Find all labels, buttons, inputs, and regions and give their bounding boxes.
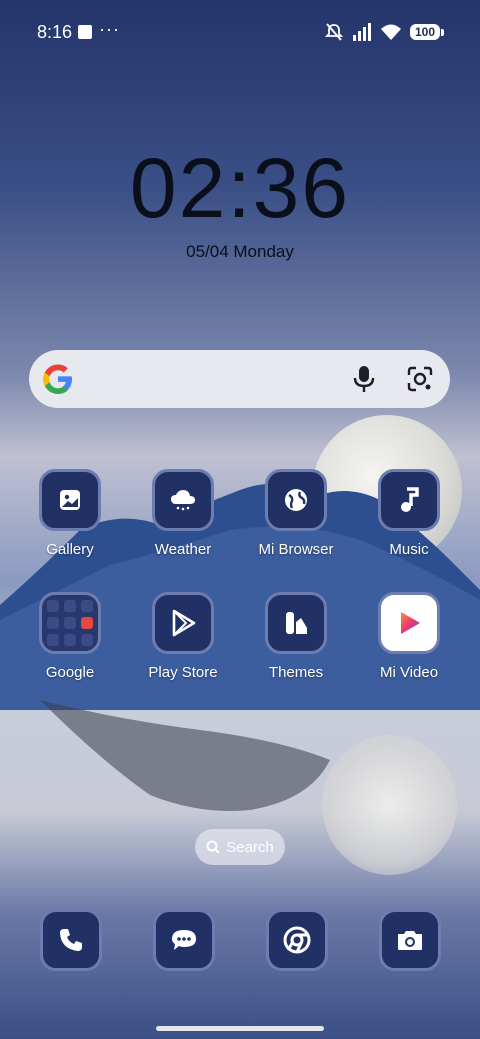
app-mi-video[interactable]: Mi Video (359, 592, 459, 681)
messages-icon[interactable] (153, 909, 215, 971)
folder-mini-icon (64, 617, 76, 629)
phone-icon[interactable] (40, 909, 102, 971)
folder-mini-icon (81, 617, 93, 629)
folder-mini-icon (81, 634, 93, 646)
app-label: Weather (154, 541, 212, 558)
date-label: 05/04 Monday (186, 242, 294, 261)
app-label: Mi Video (379, 664, 439, 681)
folder-icon (39, 592, 101, 654)
google-search-bar[interactable] (29, 350, 450, 408)
chrome-icon[interactable] (266, 909, 328, 971)
app-label: Music (389, 541, 429, 558)
themes-icon (265, 592, 327, 654)
app-label: Gallery (46, 541, 94, 558)
status-bar: 8:16 ··· 100 (0, 0, 480, 64)
signal-icon (352, 23, 371, 41)
mic-icon[interactable] (352, 365, 376, 393)
app-label: Google (45, 664, 95, 681)
folder-mini-icon (64, 634, 76, 646)
camera-icon[interactable] (379, 909, 441, 971)
app-label: Themes (268, 664, 324, 681)
folder-mini-icon (47, 600, 59, 612)
app-gallery[interactable]: Gallery (20, 469, 120, 558)
folder-mini-icon (47, 617, 59, 629)
folder-mini-icon (64, 600, 76, 612)
app-search-button[interactable]: Search (195, 829, 285, 865)
moon-reflection (322, 735, 457, 875)
globe-icon (265, 469, 327, 531)
more-notifications-icon: ··· (99, 19, 120, 39)
mute-icon (324, 23, 344, 41)
status-time: 8:16 (37, 22, 73, 42)
app-play-store[interactable]: Play Store (133, 592, 233, 681)
app-mi-browser[interactable]: Mi Browser (246, 469, 346, 558)
notification-square-icon (78, 25, 92, 39)
music-note-icon (378, 469, 440, 531)
search-pill-label: Search (226, 838, 274, 856)
play-store-icon (152, 592, 214, 654)
app-music[interactable]: Music (359, 469, 459, 558)
home-indicator[interactable] (156, 1026, 324, 1031)
app-themes[interactable]: Themes (246, 592, 346, 681)
search-icon (206, 840, 220, 854)
wifi-icon (380, 24, 401, 40)
battery-icon: 100 (409, 24, 444, 40)
google-lens-icon[interactable] (407, 366, 433, 392)
app-weather[interactable]: Weather (133, 469, 233, 558)
app-label: Play Store (148, 664, 218, 681)
app-label: Mi Browser (258, 541, 334, 558)
mi-video-icon (378, 592, 440, 654)
clock-widget[interactable]: 02:36 (0, 140, 480, 237)
folder-mini-icon (81, 600, 93, 612)
battery-level: 100 (409, 24, 440, 40)
gallery-icon (39, 469, 101, 531)
app-google-folder[interactable]: Google (20, 592, 120, 681)
weather-icon (152, 469, 214, 531)
google-logo (43, 364, 72, 394)
folder-mini-icon (47, 634, 59, 646)
